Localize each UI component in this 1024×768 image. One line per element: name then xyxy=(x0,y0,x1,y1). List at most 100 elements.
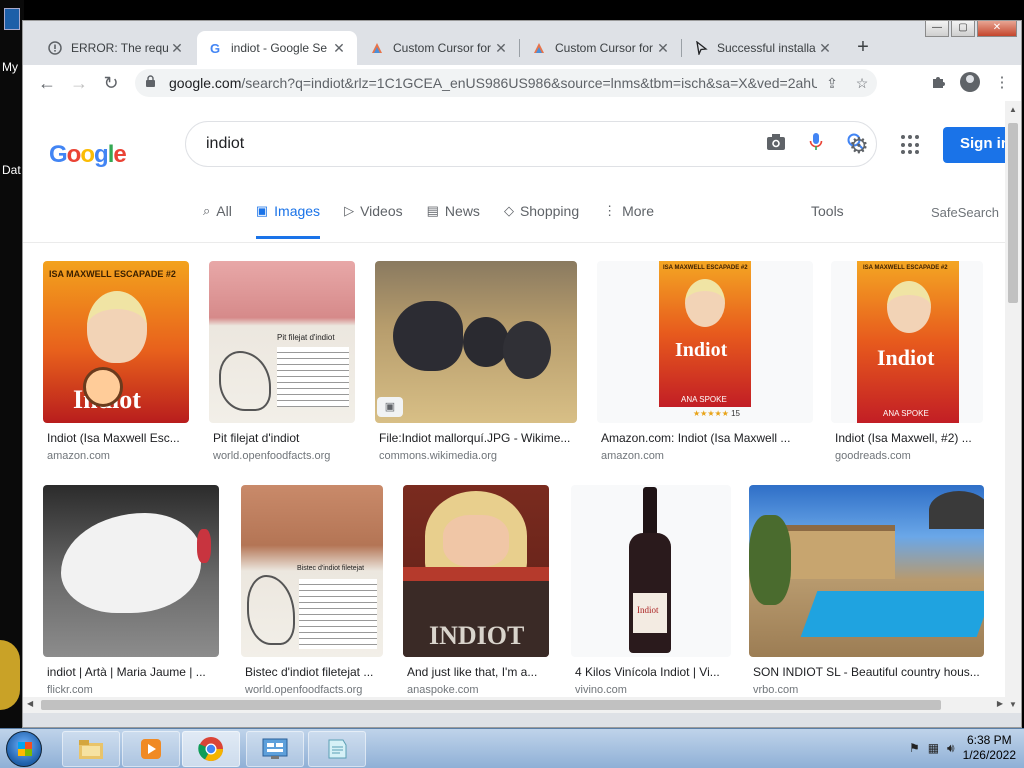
browser-tab[interactable]: Custom Cursor for ✕ xyxy=(359,31,519,65)
notepad-icon[interactable] xyxy=(308,731,366,767)
browser-tab[interactable]: ERROR: The reque ✕ xyxy=(37,31,195,65)
apps-grid-icon[interactable] xyxy=(901,135,921,155)
tab-shopping[interactable]: ◇ Shopping xyxy=(504,199,579,239)
minimize-button[interactable]: — xyxy=(925,21,949,37)
url-text[interactable]: google.com/search?q=indiot&rlz=1C1GCEA_e… xyxy=(169,75,817,91)
result-thumbnail[interactable] xyxy=(749,485,984,657)
start-button[interactable] xyxy=(6,731,42,767)
tab-news[interactable]: ▤ News xyxy=(427,199,480,239)
tab-more[interactable]: ⋮ More xyxy=(603,199,654,239)
google-logo[interactable]: Google xyxy=(49,141,127,169)
result-title[interactable]: Amazon.com: Indiot (Isa Maxwell ... xyxy=(601,431,815,445)
result-thumbnail[interactable]: ▣ xyxy=(375,261,577,423)
address-bar[interactable]: google.com/search?q=indiot&rlz=1C1GCEA_e… xyxy=(135,69,877,97)
profile-avatar[interactable] xyxy=(957,69,983,95)
close-tab-icon[interactable]: ✕ xyxy=(817,40,833,57)
image-result[interactable]: Bistec d'indiot filetejat Bistec d'indio… xyxy=(241,485,386,696)
search-input[interactable] xyxy=(206,135,756,153)
image-result[interactable]: ISA MAXWELL ESCAPADE #2 Indiot ANA SPOKE… xyxy=(597,261,815,462)
close-tab-icon[interactable]: ✕ xyxy=(169,40,185,57)
result-thumbnail[interactable]: Bistec d'indiot filetejat xyxy=(241,485,383,657)
image-result[interactable]: SON INDIOT SL - Beautiful country hous..… xyxy=(749,485,986,696)
maximize-button[interactable]: ▢ xyxy=(951,21,975,37)
new-tab-button[interactable]: + xyxy=(851,37,875,57)
back-button[interactable]: ← xyxy=(31,69,63,97)
clock[interactable]: 6:38 PM 1/26/2022 xyxy=(963,733,1016,763)
tab-all[interactable]: ⌕ All xyxy=(203,199,232,239)
tab-videos[interactable]: ▷ Videos xyxy=(344,199,403,239)
result-title[interactable]: Indiot (Isa Maxwell, #2) ... xyxy=(835,431,985,445)
horizontal-scrollbar[interactable]: ◀ ▶ xyxy=(23,697,1007,713)
file-explorer-icon[interactable] xyxy=(62,731,120,767)
image-result[interactable]: Indiot 4 Kilos Vinícola Indiot | Vi... v… xyxy=(571,485,736,696)
browser-tab-active[interactable]: G indiot - Google Se ✕ xyxy=(197,31,357,65)
result-title[interactable]: SON INDIOT SL - Beautiful country hous..… xyxy=(753,665,985,679)
result-title[interactable]: Pit filejat d'indiot xyxy=(213,431,355,445)
volume-icon[interactable]: 🔊︎ xyxy=(947,741,955,756)
result-title[interactable]: File:Indiot mallorquí.JPG - Wikime... xyxy=(379,431,579,445)
tools-button[interactable]: Tools xyxy=(811,203,844,219)
browser-tab[interactable]: Custom Cursor for ✕ xyxy=(521,31,681,65)
extensions-puzzle-icon[interactable] xyxy=(925,69,951,95)
vertical-scrollbar[interactable]: ▲ ▼ xyxy=(1005,101,1021,713)
chrome-icon[interactable] xyxy=(182,731,240,767)
close-tab-icon[interactable]: ✕ xyxy=(493,40,509,57)
result-title[interactable]: And just like that, I'm a... xyxy=(407,665,551,679)
result-source[interactable]: goodreads.com xyxy=(835,450,911,462)
result-thumbnail[interactable]: INDIOT xyxy=(403,485,549,657)
result-title[interactable]: indiot | Artà | Maria Jaume | ... xyxy=(47,665,219,679)
lock-icon[interactable] xyxy=(145,75,159,91)
result-thumbnail[interactable]: Pit filejat d'indiot xyxy=(209,261,355,423)
scroll-down-icon[interactable]: ▼ xyxy=(1005,700,1021,709)
result-source[interactable]: world.openfoodfacts.org xyxy=(245,684,362,696)
result-source[interactable]: vivino.com xyxy=(575,684,627,696)
settings-gear-icon[interactable]: ⚙ xyxy=(849,133,869,159)
scroll-right-icon[interactable]: ▶ xyxy=(997,699,1003,708)
result-thumbnail[interactable]: ISA MAXWELL ESCAPADE #2 Indiot xyxy=(43,261,189,423)
scroll-left-icon[interactable]: ◀ xyxy=(27,699,33,708)
image-result[interactable]: ISA MAXWELL ESCAPADE #2 Indiot ANA SPOKE… xyxy=(831,261,986,462)
result-thumbnail[interactable]: ISA MAXWELL ESCAPADE #2 Indiot ANA SPOKE… xyxy=(597,261,813,423)
result-thumbnail[interactable]: Indiot xyxy=(571,485,731,657)
media-player-icon[interactable] xyxy=(122,731,180,767)
browser-tab[interactable]: Successful installa ✕ xyxy=(683,31,843,65)
image-result[interactable]: ISA MAXWELL ESCAPADE #2 Indiot Indiot (I… xyxy=(43,261,193,462)
image-result[interactable]: indiot | Artà | Maria Jaume | ... flickr… xyxy=(43,485,223,696)
close-window-button[interactable]: ✕ xyxy=(977,21,1017,37)
result-thumbnail[interactable] xyxy=(43,485,219,657)
menu-kebab-icon[interactable]: ⋮ xyxy=(989,69,1015,95)
camera-icon[interactable] xyxy=(756,133,796,156)
tab-images[interactable]: ▣ Images xyxy=(255,199,321,239)
result-source[interactable]: world.openfoodfacts.org xyxy=(213,450,330,462)
reload-button[interactable]: ↻ xyxy=(95,69,127,97)
image-result[interactable]: Pit filejat d'indiot Pit filejat d'indio… xyxy=(209,261,359,462)
close-tab-icon[interactable]: ✕ xyxy=(331,40,347,57)
control-panel-icon[interactable] xyxy=(246,731,304,767)
result-source[interactable]: flickr.com xyxy=(47,684,93,696)
network-icon[interactable]: ▦ xyxy=(928,741,939,755)
action-center-flag-icon[interactable]: ⚑ xyxy=(909,741,920,755)
scroll-up-icon[interactable]: ▲ xyxy=(1005,105,1021,114)
result-source[interactable]: amazon.com xyxy=(47,450,110,462)
result-thumbnail[interactable]: ISA MAXWELL ESCAPADE #2 Indiot ANA SPOKE xyxy=(831,261,983,423)
scrollbar-thumb[interactable] xyxy=(41,700,941,710)
forward-button[interactable]: → xyxy=(63,69,95,97)
bookmark-star-icon[interactable]: ☆ xyxy=(847,75,877,92)
result-title[interactable]: Indiot (Isa Maxwell Esc... xyxy=(47,431,189,445)
result-source[interactable]: anaspoke.com xyxy=(407,684,479,696)
image-result[interactable]: INDIOT And just like that, I'm a... anas… xyxy=(403,485,553,696)
share-icon[interactable]: ⇪ xyxy=(817,75,847,92)
result-source[interactable]: commons.wikimedia.org xyxy=(379,450,497,462)
sign-in-button[interactable]: Sign in xyxy=(943,127,1007,163)
search-box[interactable] xyxy=(185,121,877,167)
safesearch-toggle[interactable]: SafeSearch xyxy=(931,205,999,220)
result-source[interactable]: vrbo.com xyxy=(753,684,798,696)
microphone-icon[interactable] xyxy=(796,132,836,157)
result-source[interactable]: amazon.com xyxy=(601,450,664,462)
result-title[interactable]: 4 Kilos Vinícola Indiot | Vi... xyxy=(575,665,731,679)
scrollbar-thumb[interactable] xyxy=(1008,123,1018,303)
image-result[interactable]: ▣ File:Indiot mallorquí.JPG - Wikime... … xyxy=(375,261,580,462)
result-title[interactable]: Bistec d'indiot filetejat ... xyxy=(245,665,385,679)
desktop-shortcut-icon[interactable] xyxy=(4,8,20,30)
close-tab-icon[interactable]: ✕ xyxy=(655,40,671,57)
